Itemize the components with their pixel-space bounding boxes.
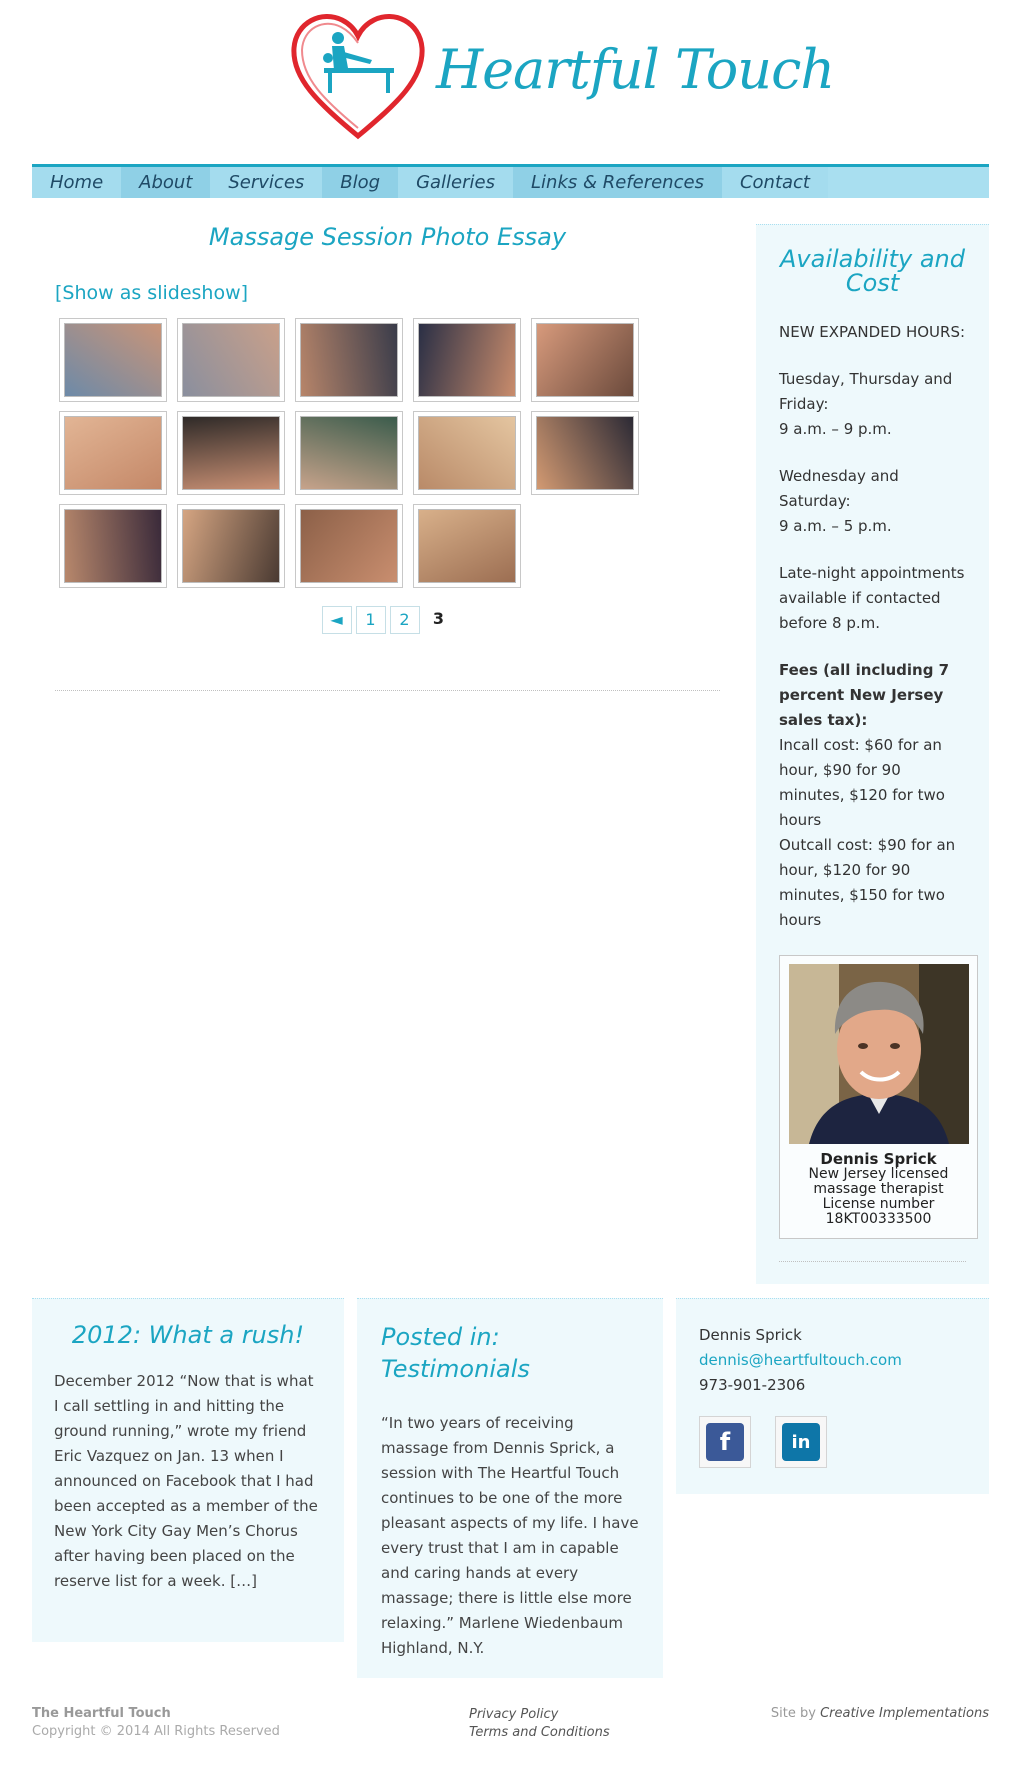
sidebar-title: Availability and Cost xyxy=(779,245,965,297)
contact-email-link[interactable]: dennis@heartfultouch.com xyxy=(699,1351,902,1369)
facebook-link[interactable]: f xyxy=(699,1416,751,1468)
show-slideshow-link[interactable]: [Show as slideshow] xyxy=(55,280,720,306)
therapist-photo xyxy=(788,964,969,1144)
gallery-thumbnail[interactable] xyxy=(177,504,285,588)
nav-item-services[interactable]: Services xyxy=(210,167,323,198)
blog-excerpt: December 2012 “Now that is what I call s… xyxy=(54,1372,318,1590)
fees-heading: Fees (all including 7 percent New Jersey… xyxy=(779,661,950,729)
massage-photo-image xyxy=(300,323,398,397)
massage-photo-image xyxy=(64,509,162,583)
late-night-note: Late-night appointments available if con… xyxy=(779,564,965,632)
contact-phone: 973-901-2306 xyxy=(699,1376,806,1394)
gallery-thumbnail[interactable] xyxy=(59,318,167,402)
content-divider xyxy=(55,690,720,691)
nav-item-blog[interactable]: Blog xyxy=(322,167,399,198)
contact-name: Dennis Sprick xyxy=(699,1326,802,1344)
main-content: Massage Session Photo Essay [Show as sli… xyxy=(55,220,720,691)
license-label: License number xyxy=(822,1196,935,1212)
pagination-current-page: 3 xyxy=(432,609,445,628)
license-number: 18KT00333500 xyxy=(825,1211,932,1227)
gallery-thumbnail[interactable] xyxy=(59,411,167,495)
pagination-page-1[interactable]: 1 xyxy=(355,606,386,634)
massage-photo-image xyxy=(300,509,398,583)
contact-widget: Dennis Sprick dennis@heartfultouch.com 9… xyxy=(676,1298,989,1494)
gallery-thumbnail[interactable] xyxy=(531,411,639,495)
nav-item-contact[interactable]: Contact xyxy=(721,167,828,198)
hours-tue-thu-fri: Tuesday, Thursday and Friday: 9 a.m. – 9… xyxy=(779,370,953,438)
privacy-policy-link[interactable]: Privacy Policy xyxy=(469,1706,610,1724)
photo-gallery xyxy=(59,318,720,588)
portrait-image xyxy=(788,964,969,1144)
footer-copyright: Copyright © 2014 All Rights Reserved xyxy=(32,1724,280,1739)
therapist-profile-card: Dennis Sprick New Jersey licensed massag… xyxy=(779,955,978,1239)
pagination-page-2[interactable]: 2 xyxy=(389,606,420,634)
pagination: ◄ 1 2 3 xyxy=(55,606,720,634)
therapist-name: Dennis Sprick xyxy=(820,1150,937,1168)
sidebar-availability: Availability and Cost NEW EXPANDED HOURS… xyxy=(756,224,989,1284)
nav-item-galleries[interactable]: Galleries xyxy=(398,167,513,198)
massage-photo-image xyxy=(182,323,280,397)
nav-item-links-references[interactable]: Links & References xyxy=(513,167,722,198)
page-title: Massage Session Photo Essay xyxy=(208,223,567,251)
main-nav: Home About Services Blog Galleries Links… xyxy=(32,164,989,198)
therapist-credential: New Jersey licensed xyxy=(808,1166,949,1182)
testimonial-widget: Posted in: Testimonials “In two years of… xyxy=(357,1298,663,1678)
massage-photo-image xyxy=(64,416,162,490)
sidebar-divider xyxy=(779,1261,966,1262)
creative-implementations-link[interactable]: Creative Implementations xyxy=(820,1706,989,1721)
massage-photo-image xyxy=(300,416,398,490)
gallery-thumbnail[interactable] xyxy=(59,504,167,588)
hours-section: NEW EXPANDED HOURS: Tuesday, Thursday an… xyxy=(779,320,966,933)
massage-photo-image xyxy=(182,509,280,583)
gallery-thumbnail[interactable] xyxy=(177,318,285,402)
gallery-thumbnail[interactable] xyxy=(413,318,521,402)
gallery-thumbnail[interactable] xyxy=(413,504,521,588)
hours-heading: NEW EXPANDED HOURS: xyxy=(779,323,966,341)
massage-photo-image xyxy=(418,416,516,490)
gallery-thumbnail[interactable] xyxy=(531,318,639,402)
terms-conditions-link[interactable]: Terms and Conditions xyxy=(469,1724,610,1742)
gallery-thumbnail[interactable] xyxy=(295,318,403,402)
footer-links: Privacy Policy Terms and Conditions xyxy=(469,1706,610,1742)
blog-post-title[interactable]: 2012: What a rush! xyxy=(54,1319,322,1351)
footer-brand: The Heartful Touch xyxy=(32,1706,171,1721)
outcall-cost: Outcall cost: $90 for an hour, $120 for … xyxy=(779,836,956,929)
therapist-title: massage therapist xyxy=(813,1181,944,1197)
pagination-prev-button[interactable]: ◄ xyxy=(321,606,352,634)
footer-credit: Site by Creative Implementations xyxy=(771,1706,989,1721)
site-logo[interactable]: Heartful Touch xyxy=(288,8,835,143)
credit-prefix: Site by xyxy=(770,1706,821,1721)
social-links: f in xyxy=(699,1416,966,1468)
massage-photo-image xyxy=(536,323,634,397)
blog-widget: 2012: What a rush! December 2012 “Now th… xyxy=(32,1298,344,1642)
incall-cost: Incall cost: $60 for an hour, $90 for 90… xyxy=(779,736,945,829)
testimonial-quote: “In two years of receiving massage from … xyxy=(381,1414,639,1657)
massage-photo-image xyxy=(182,416,280,490)
massage-photo-image xyxy=(418,323,516,397)
facebook-icon: f xyxy=(706,1423,744,1461)
nav-item-home[interactable]: Home xyxy=(32,167,122,198)
site-footer: The Heartful Touch Copyright © 2014 All … xyxy=(32,1706,989,1746)
gallery-thumbnail[interactable] xyxy=(177,411,285,495)
logo-text: Heartful Touch xyxy=(436,38,835,101)
massage-photo-image xyxy=(536,416,634,490)
gallery-thumbnail[interactable] xyxy=(413,411,521,495)
heart-massage-icon xyxy=(291,14,425,140)
massage-photo-image xyxy=(418,509,516,583)
hours-wed-sat: Wednesday and Saturday: 9 a.m. – 5 p.m. xyxy=(779,467,899,535)
gallery-thumbnail[interactable] xyxy=(295,411,403,495)
nav-item-about[interactable]: About xyxy=(121,167,211,198)
linkedin-icon: in xyxy=(782,1423,820,1461)
massage-photo-image xyxy=(64,323,162,397)
linkedin-link[interactable]: in xyxy=(775,1416,827,1468)
testimonial-title[interactable]: Posted in: Testimonials xyxy=(381,1321,639,1385)
gallery-thumbnail[interactable] xyxy=(295,504,403,588)
